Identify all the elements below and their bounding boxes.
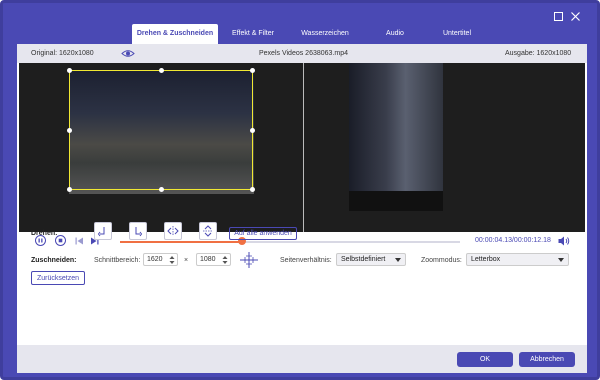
rotate-left-icon	[97, 227, 105, 237]
chevron-down-icon	[558, 258, 564, 262]
crop-handle[interactable]	[250, 128, 255, 133]
tab-audio[interactable]: Audio	[362, 24, 428, 44]
stop-icon	[58, 238, 63, 243]
center-crop-icon[interactable]	[239, 251, 259, 269]
info-bar: Original: 1620x1080 Pexels Videos 263806…	[17, 44, 587, 63]
cancel-button[interactable]: Abbrechen	[519, 352, 575, 367]
crop-handle[interactable]	[67, 128, 72, 133]
aspect-ratio-label: Seitenverhältnis:	[280, 257, 332, 264]
time-readout: 00:00:04.13/00:00:12.18	[475, 237, 551, 244]
file-name: Pexels Videos 2638063.mp4	[259, 50, 348, 57]
crop-label: Zuschneiden:	[31, 257, 77, 264]
flip-horizontal-button[interactable]	[164, 222, 182, 240]
output-resolution: Ausgabe: 1620x1080	[505, 50, 572, 57]
pause-icon	[38, 238, 43, 243]
tab-bar: Drehen & Zuschneiden Effekt & Filter Was…	[132, 24, 486, 44]
crop-handle[interactable]	[159, 187, 164, 192]
crop-height-field[interactable]: 1080	[196, 253, 231, 266]
aspect-ratio-select[interactable]: Selbstdefiniert	[336, 253, 406, 266]
zoom-mode-value: Letterbox	[471, 256, 501, 263]
progress-fill	[120, 241, 243, 243]
rotate-label: Drehen:	[31, 230, 58, 237]
crop-height-value: 1080	[200, 256, 216, 263]
stepper-icon[interactable]	[222, 255, 228, 265]
crop-width-value: 1620	[147, 256, 163, 263]
apply-to-all-button[interactable]: Auf alle anwenden	[229, 227, 297, 240]
rotate-left-button[interactable]	[94, 222, 112, 240]
chevron-down-icon	[395, 258, 401, 262]
crop-handle[interactable]	[67, 187, 72, 192]
tab-effect-filter[interactable]: Effekt & Filter	[218, 24, 288, 44]
tab-rotate-crop[interactable]: Drehen & Zuschneiden	[132, 24, 218, 44]
flip-vertical-button[interactable]	[199, 222, 217, 240]
crop-handle[interactable]	[67, 68, 72, 73]
crop-handle[interactable]	[250, 187, 255, 192]
output-letterbox	[349, 191, 443, 211]
video-preview-area	[19, 63, 585, 232]
tab-subtitle[interactable]: Untertitel	[428, 24, 486, 44]
flip-horizontal-icon	[167, 226, 179, 236]
crop-handle[interactable]	[159, 68, 164, 73]
footer-bar: OK Abbrechen	[17, 345, 587, 373]
zoom-mode-select[interactable]: Letterbox	[466, 253, 569, 266]
edit-panel: Original: 1620x1080 Pexels Videos 263806…	[17, 44, 587, 373]
aspect-ratio-value: Selbstdefiniert	[341, 256, 386, 263]
reset-button[interactable]: Zurücksetzen	[31, 271, 85, 285]
maximize-icon[interactable]	[554, 12, 563, 24]
volume-icon[interactable]	[558, 236, 570, 246]
stepper-icon[interactable]	[169, 255, 175, 265]
progress-track[interactable]	[120, 241, 460, 243]
zoom-mode-label: Zoommodus:	[421, 257, 462, 264]
close-icon[interactable]	[571, 12, 580, 24]
previous-icon[interactable]	[75, 237, 84, 245]
editor-window: Drehen & Zuschneiden Effekt & Filter Was…	[0, 0, 600, 380]
flip-vertical-icon	[203, 225, 213, 237]
preview-divider	[303, 63, 304, 232]
eye-icon[interactable]	[121, 48, 135, 59]
crop-frame[interactable]	[67, 68, 255, 192]
original-resolution: Original: 1620x1080	[31, 50, 94, 57]
crop-area-label: Schnittbereich:	[94, 257, 141, 264]
crop-width-field[interactable]: 1620	[143, 253, 178, 266]
ok-button[interactable]: OK	[457, 352, 513, 367]
rotate-right-icon	[135, 227, 143, 237]
output-video-frame	[349, 63, 443, 191]
tab-watermark[interactable]: Wasserzeichen	[288, 24, 362, 44]
crop-handle[interactable]	[250, 68, 255, 73]
rotate-right-button[interactable]	[129, 222, 147, 240]
dimension-separator: ×	[184, 257, 189, 264]
